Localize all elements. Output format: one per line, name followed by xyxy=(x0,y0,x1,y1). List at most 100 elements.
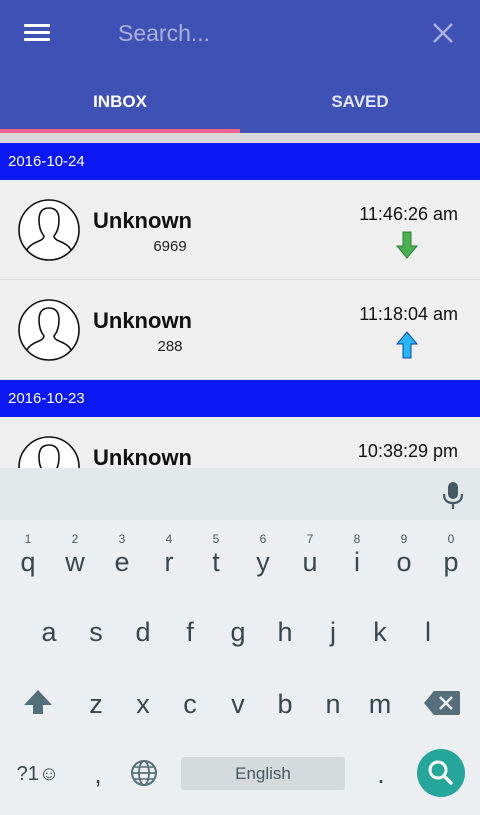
caller-number: 6969 xyxy=(153,238,187,255)
key-h[interactable]: h xyxy=(261,608,309,670)
caller-name: Unknown xyxy=(93,308,192,333)
key-char: p xyxy=(443,547,459,577)
key-char: w xyxy=(65,547,85,577)
key-char: h xyxy=(277,617,293,647)
call-row[interactable]: Unknown 288 11:18:04 am xyxy=(0,280,480,380)
key-char: e xyxy=(114,547,130,577)
key-e[interactable]: 3e xyxy=(98,532,146,594)
arrow-down-icon xyxy=(395,231,419,259)
soft-keyboard: 1q 2w 3e 4r 5t 6y 7u 8i 9o 0p a s d f g … xyxy=(0,468,480,815)
key-char: k xyxy=(373,617,387,647)
key-hint: 2 xyxy=(71,532,79,546)
search-input[interactable] xyxy=(118,14,398,52)
key-m[interactable]: m xyxy=(356,680,404,742)
key-i[interactable]: 8i xyxy=(333,532,381,594)
key-o[interactable]: 9o xyxy=(380,532,428,594)
backspace-icon[interactable] xyxy=(418,680,466,742)
key-hint: 6 xyxy=(259,532,267,546)
key-comma[interactable]: , xyxy=(74,750,122,812)
key-char: , xyxy=(94,759,102,789)
key-hint: 1 xyxy=(24,532,32,546)
key-period[interactable]: . xyxy=(357,750,405,812)
header-divider xyxy=(0,133,480,143)
key-char: y xyxy=(256,547,270,577)
key-a[interactable]: a xyxy=(25,608,73,670)
key-char: x xyxy=(136,689,150,719)
search-icon[interactable] xyxy=(417,749,465,797)
key-s[interactable]: s xyxy=(72,608,120,670)
person-icon xyxy=(18,199,80,261)
date-header: 2016-10-24 xyxy=(0,143,480,180)
call-list[interactable]: 2016-10-24 Unknown 6969 11:46:26 am Unkn… xyxy=(0,143,480,468)
person-icon xyxy=(18,299,80,361)
key-char: r xyxy=(164,547,174,577)
call-time: 11:18:04 am xyxy=(359,304,458,324)
mic-icon[interactable] xyxy=(440,480,466,510)
key-w[interactable]: 2w xyxy=(51,532,99,594)
key-x[interactable]: x xyxy=(119,680,167,742)
shift-icon[interactable] xyxy=(14,680,62,742)
date-header: 2016-10-23 xyxy=(0,380,480,417)
globe-icon[interactable] xyxy=(120,750,168,812)
key-l[interactable]: l xyxy=(404,608,452,670)
key-char: c xyxy=(183,689,197,719)
call-row[interactable]: Unknown 10:38:29 pm xyxy=(0,417,480,468)
symbols-key[interactable]: ?1☺ xyxy=(10,750,66,812)
key-d[interactable]: d xyxy=(119,608,167,670)
key-j[interactable]: j xyxy=(309,608,357,670)
space-key[interactable]: English xyxy=(181,757,345,790)
key-char: s xyxy=(89,617,103,647)
key-char: . xyxy=(377,759,385,789)
key-k[interactable]: k xyxy=(356,608,404,670)
key-y[interactable]: 6y xyxy=(239,532,287,594)
key-hint: 4 xyxy=(165,532,173,546)
key-g[interactable]: g xyxy=(214,608,262,670)
key-hint: 7 xyxy=(306,532,314,546)
key-char: t xyxy=(212,547,220,577)
caller-name: Unknown xyxy=(93,208,192,233)
close-icon[interactable] xyxy=(426,16,460,50)
key-char: ?1☺ xyxy=(16,763,60,785)
key-n[interactable]: n xyxy=(309,680,357,742)
key-hint: 5 xyxy=(212,532,220,546)
key-char: n xyxy=(325,689,341,719)
key-v[interactable]: v xyxy=(214,680,262,742)
key-char: f xyxy=(186,617,194,647)
key-t[interactable]: 5t xyxy=(192,532,240,594)
call-time: 10:38:29 pm xyxy=(357,441,458,461)
key-r[interactable]: 4r xyxy=(145,532,193,594)
tab-inbox[interactable]: INBOX xyxy=(0,78,240,128)
call-time: 11:46:26 am xyxy=(359,204,458,224)
app-root: INBOX SAVED 2016-10-24 Unknown 6969 11:4… xyxy=(0,0,480,815)
key-u[interactable]: 7u xyxy=(286,532,334,594)
key-char: l xyxy=(425,617,431,647)
key-p[interactable]: 0p xyxy=(427,532,475,594)
key-char: o xyxy=(396,547,412,577)
key-b[interactable]: b xyxy=(261,680,309,742)
keyboard-suggestion-bar xyxy=(0,468,480,520)
key-f[interactable]: f xyxy=(166,608,214,670)
key-char: j xyxy=(330,617,336,647)
key-char: u xyxy=(302,547,318,577)
key-char: g xyxy=(230,617,246,647)
key-char: i xyxy=(354,547,360,577)
caller-name: Unknown xyxy=(93,445,192,468)
key-hint: 3 xyxy=(118,532,126,546)
key-hint: 0 xyxy=(447,532,455,546)
arrow-up-icon xyxy=(395,331,419,359)
key-q[interactable]: 1q xyxy=(4,532,52,594)
key-hint: 9 xyxy=(400,532,408,546)
menu-icon[interactable] xyxy=(20,18,54,48)
call-row[interactable]: Unknown 6969 11:46:26 am xyxy=(0,180,480,280)
key-char: z xyxy=(89,689,103,719)
caller-number: 288 xyxy=(157,338,183,355)
key-hint: 8 xyxy=(353,532,361,546)
tab-saved[interactable]: SAVED xyxy=(240,78,480,128)
key-char: q xyxy=(20,547,36,577)
key-char: m xyxy=(368,689,392,719)
key-z[interactable]: z xyxy=(72,680,120,742)
key-c[interactable]: c xyxy=(166,680,214,742)
key-char: v xyxy=(231,689,245,719)
key-char: a xyxy=(41,617,57,647)
app-bar: INBOX SAVED xyxy=(0,0,480,134)
